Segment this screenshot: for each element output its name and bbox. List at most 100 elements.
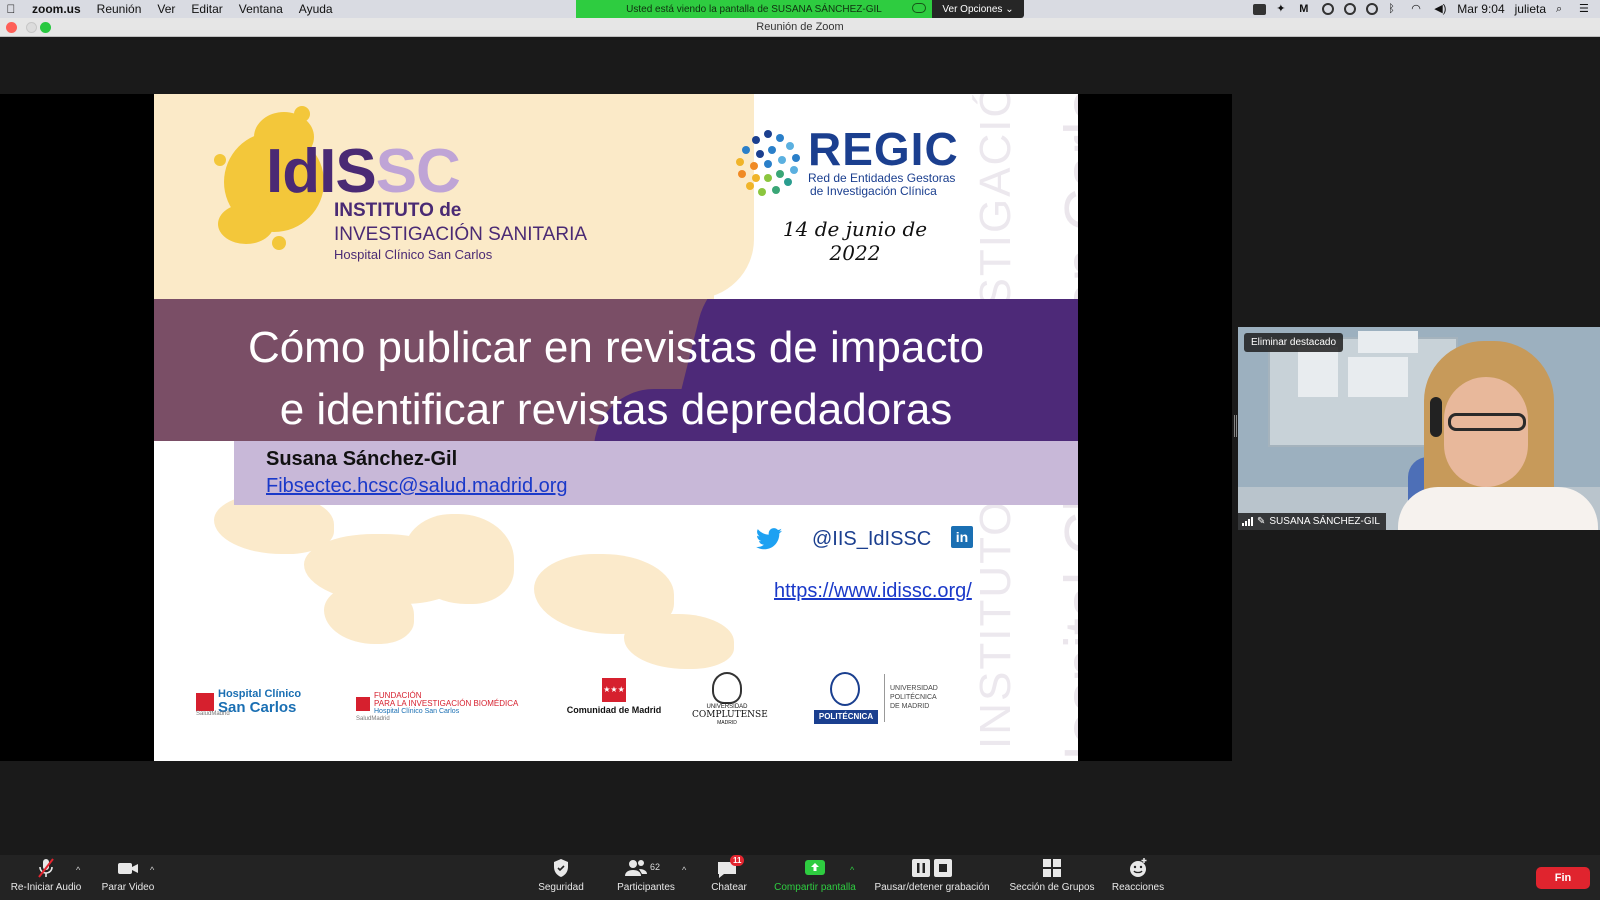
share-screen-icon xyxy=(805,860,825,875)
chat-label: Chatear xyxy=(711,882,747,893)
participant-name-badge: ✎ SUSANA SÁNCHEZ-GIL xyxy=(1238,513,1386,530)
ucm-logo-line-3: MADRID xyxy=(717,720,737,726)
menubar-user[interactable]: julieta xyxy=(1515,2,1546,16)
fundacion-logo-small: SaludMadrid xyxy=(356,716,390,722)
mail-icon[interactable]: M xyxy=(1299,3,1312,15)
upm-text-line-2: POLITÉCNICA xyxy=(890,694,937,701)
connection-signal-icon xyxy=(1242,517,1253,526)
regic-subtitle-line-2: de Investigación Clínica xyxy=(810,184,937,198)
logo-wordmark-idi: IdI xyxy=(266,137,336,206)
ucm-logo-line-2: COMPLUTENSE xyxy=(692,710,768,720)
volume-icon[interactable]: ◀) xyxy=(1434,3,1447,15)
participant-video-tile[interactable]: Eliminar destacado ✎ SUSANA SÁNCHEZ-GIL xyxy=(1238,327,1600,530)
people-icon xyxy=(625,860,647,876)
twitter-icon xyxy=(756,528,782,550)
stop-video-label: Parar Video xyxy=(101,882,155,893)
stop-video-button[interactable]: Parar Video xyxy=(96,857,160,893)
window-titlebar: Reunión de Zoom xyxy=(0,18,1600,37)
video-options-chevron-up-icon[interactable]: ^ xyxy=(150,865,154,875)
notification-center-icon[interactable]: ☰ xyxy=(1579,3,1592,15)
reactions-label: Reacciones xyxy=(1111,882,1165,893)
breakout-rooms-button[interactable]: Sección de Grupos xyxy=(1006,857,1098,893)
participant-glasses xyxy=(1448,413,1526,431)
menu-reunion[interactable]: Reunión xyxy=(89,2,150,16)
logo-wordmark: IdISSC xyxy=(266,136,461,207)
share-options-chevron-up-icon[interactable]: ^ xyxy=(850,865,854,875)
logo-splat xyxy=(218,204,274,244)
fundacion-logo-line-2: PARA LA INVESTIGACIÓN BIOMÉDICA xyxy=(374,699,519,708)
menu-ver[interactable]: Ver xyxy=(149,2,183,16)
website-link[interactable]: https://www.idissc.org/ xyxy=(774,580,972,603)
breakout-rooms-label: Sección de Grupos xyxy=(1009,882,1095,893)
slide-date: 14 de junio de 2022 xyxy=(782,217,928,265)
time-machine-icon[interactable] xyxy=(1366,3,1379,15)
bluetooth-icon[interactable]: ᛒ xyxy=(1388,3,1401,15)
participants-button[interactable]: 62 Participantes xyxy=(612,857,680,893)
hcsc-logo-line-2: San Carlos xyxy=(218,699,297,716)
wifi-icon[interactable]: ◠ xyxy=(1411,3,1424,15)
menu-ventana[interactable]: Ventana xyxy=(231,2,291,16)
menu-editar[interactable]: Editar xyxy=(183,2,230,16)
share-banner-text: Usted está viendo la pantalla de SUSANA … xyxy=(626,3,882,15)
screen-share-banner: Usted está viendo la pantalla de SUSANA … xyxy=(576,0,932,18)
participants-icon-wrapper: 62 xyxy=(624,857,668,879)
apple-icon[interactable]:  xyxy=(0,2,22,16)
menubar-clock[interactable]: Mar 9:04 xyxy=(1457,2,1504,16)
slide-title-line-2: e identificar revistas depredadoras xyxy=(279,385,953,434)
chat-button[interactable]: 11 Chatear xyxy=(704,855,754,893)
shared-slide: INSTITUTO de INVESTIGACIÓN SANITARIA Hos… xyxy=(154,94,1078,761)
upm-text: UNIVERSIDAD POLITÉCNICA DE MADRID xyxy=(890,684,938,711)
linkedin-icon: in xyxy=(951,526,973,548)
menubar-status-area: ✦ M ᛒ ◠ ◀) Mar 9:04 julieta ⌕ ☰ xyxy=(1253,0,1592,18)
regic-subtitle: Red de Entidades Gestoras de Investigaci… xyxy=(808,172,955,198)
remove-spotlight-button[interactable]: Eliminar destacado xyxy=(1244,333,1344,352)
audio-options-chevron-up-icon[interactable]: ^ xyxy=(76,865,80,875)
view-options-button[interactable]: Ver Opciones ⌄ xyxy=(932,0,1024,18)
upm-text-line-1: UNIVERSIDAD xyxy=(890,685,938,692)
fundacion-logo-mark xyxy=(356,697,370,711)
video-camera-icon xyxy=(118,863,138,874)
security-button[interactable]: Seguridad xyxy=(530,857,592,893)
regic-wordmark: REGIC xyxy=(808,123,959,175)
airdrop-icon[interactable] xyxy=(1344,3,1357,15)
panel-resize-handle[interactable] xyxy=(1234,415,1237,437)
logo-wordmark-s: S xyxy=(335,137,376,206)
twitter-handle: @IIS_IdISSC xyxy=(812,528,932,550)
menu-app-name[interactable]: zoom.us xyxy=(22,2,89,16)
window-title: Reunión de Zoom xyxy=(756,21,844,33)
sync-icon[interactable] xyxy=(1322,3,1335,15)
logo-splat xyxy=(214,154,226,166)
security-label: Seguridad xyxy=(538,882,584,893)
zoom-screen:  zoom.us Reunión Ver Editar Ventana Ayu… xyxy=(0,0,1600,900)
end-meeting-button[interactable]: Fin xyxy=(1536,867,1590,889)
comunidad-madrid-logo: ★★★ Comunidad de Madrid xyxy=(564,678,664,715)
slide-title: Cómo publicar en revistas de impacto e i… xyxy=(154,317,1078,441)
video-background-paper xyxy=(1358,331,1418,353)
video-background-paper xyxy=(1298,347,1338,397)
chat-unread-badge: 11 xyxy=(730,855,745,866)
pause-stop-recording-button[interactable]: Pausar/detener grabación xyxy=(870,857,994,893)
hcsc-logo: Hospital Clínico San Carlos SaludMadrid xyxy=(196,688,301,717)
zoom-status-icon[interactable] xyxy=(1253,3,1267,15)
author-email-link[interactable]: Fibsectec.hcsc@salud.madrid.org xyxy=(266,475,568,498)
pin-icon: ✎ xyxy=(1257,516,1266,527)
participant-headset xyxy=(1430,397,1442,437)
upm-divider xyxy=(884,674,885,722)
logo-wordmark-sc: SC xyxy=(375,137,461,206)
microphone-muted-icon xyxy=(38,858,54,878)
participants-options-chevron-up-icon[interactable]: ^ xyxy=(682,865,686,875)
slide-header-curve xyxy=(684,94,754,299)
meeting-toolbar: Re-Iniciar Audio ^ Parar Video ^ Segurid… xyxy=(0,855,1600,900)
menu-ayuda[interactable]: Ayuda xyxy=(291,2,341,16)
reactions-button[interactable]: Reacciones xyxy=(1108,857,1168,893)
logo-line-1: INSTITUTO de xyxy=(334,200,462,221)
dropbox-icon[interactable]: ✦ xyxy=(1276,3,1289,15)
spotlight-icon[interactable]: ⌕ xyxy=(1556,3,1569,15)
comunidad-madrid-name: Comunidad de Madrid xyxy=(566,705,662,715)
logo-splat xyxy=(272,236,286,250)
pause-stop-recording-label: Pausar/detener grabación xyxy=(874,882,990,893)
restart-audio-button[interactable]: Re-Iniciar Audio xyxy=(6,857,86,893)
share-screen-button[interactable]: Compartir pantalla xyxy=(770,857,860,893)
comunidad-madrid-mark: ★★★ xyxy=(602,678,626,702)
hcsc-logo-mark xyxy=(196,692,214,711)
